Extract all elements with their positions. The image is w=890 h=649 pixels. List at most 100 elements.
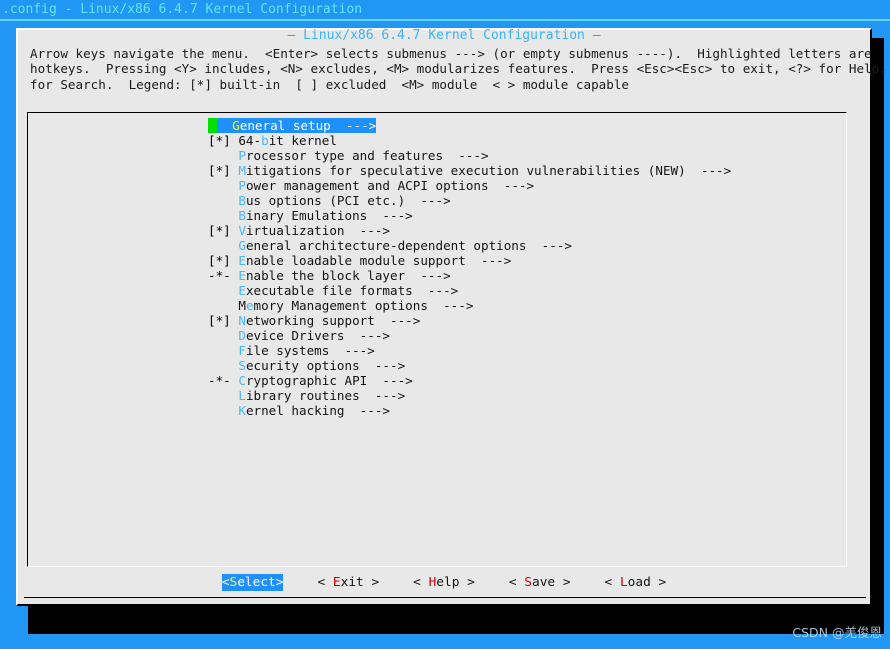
- menu-item[interactable]: Memory Management options --->: [208, 298, 846, 313]
- menu-item-label: evice Drivers: [245, 328, 345, 343]
- menu-item-hotkey: P: [238, 178, 246, 193]
- menu-item[interactable]: Executable file formats --->: [208, 283, 846, 298]
- menu-item-hotkey: C: [238, 373, 246, 388]
- menu-item[interactable]: [*] Enable loadable module support --->: [208, 253, 846, 268]
- submenu-arrow-icon: --->: [344, 328, 391, 343]
- button-label: xit: [340, 575, 364, 590]
- menu-item-marker: [208, 343, 238, 358]
- menu-item[interactable]: Library routines --->: [208, 388, 846, 403]
- menu-item-marker: [208, 283, 238, 298]
- dialog-title-dash-left: —: [287, 28, 304, 43]
- menu-item-hotkey: b: [261, 133, 269, 148]
- menu-item-hotkey: N: [238, 313, 246, 328]
- button-bracket-right: >: [275, 575, 284, 590]
- button-bar-divider: [24, 597, 866, 598]
- menu-item[interactable]: [*] Networking support --->: [208, 313, 846, 328]
- menu-item-marker: [*]: [208, 163, 239, 178]
- submenu-arrow-icon: --->: [685, 163, 732, 178]
- menu-item-hotkey: e: [245, 298, 254, 313]
- menu-item-hotkey: E: [238, 253, 246, 268]
- menu-item-hotkey: B: [238, 193, 246, 208]
- menu-item-hotkey: L: [238, 388, 246, 403]
- menu-item-marker: [208, 328, 238, 343]
- menu-item-marker: -*-: [208, 268, 239, 283]
- button-label: oad: [627, 575, 651, 590]
- menu-item-label: mory Management options: [253, 298, 428, 313]
- button-bracket-right: >: [363, 575, 380, 590]
- menu-item-marker: [208, 298, 238, 313]
- kernel-config-dialog: — Linux/x86 6.4.7 Kernel Configuration —…: [16, 28, 887, 606]
- button-bracket-left: <: [413, 575, 429, 590]
- help-text: Arrow keys navigate the menu. <Enter> se…: [30, 46, 887, 92]
- submenu-arrow-icon: --->: [405, 268, 451, 283]
- button-hotkey: S: [524, 575, 532, 590]
- submenu-arrow-icon: --->: [488, 178, 535, 193]
- button-label: elect: [237, 575, 276, 590]
- menu-item-hotkey: K: [238, 403, 246, 418]
- menu-item-label: etworking support: [245, 313, 375, 328]
- menu-item-marker: [208, 208, 238, 223]
- save-button[interactable]: < Save >: [509, 574, 571, 591]
- exit-button[interactable]: < Exit >: [317, 574, 379, 591]
- menu-item-hotkey: P: [238, 148, 246, 163]
- submenu-arrow-icon: --->: [359, 358, 406, 373]
- help-button[interactable]: < Help >: [413, 574, 475, 591]
- menu-list[interactable]: General setup ---> [*] 64-bit kernel Proc…: [208, 118, 846, 418]
- csdn-watermark: CSDN @羌俊恩: [792, 625, 882, 640]
- select-button[interactable]: <Select>: [221, 574, 284, 591]
- button-label: elp: [436, 575, 460, 590]
- submenu-arrow-icon: --->: [443, 148, 489, 163]
- menu-box: General setup ---> [*] 64-bit kernel Proc…: [27, 112, 847, 567]
- menu-item[interactable]: File systems --->: [208, 343, 846, 358]
- menu-item-marker: [208, 238, 238, 253]
- menu-item[interactable]: [*] 64-bit kernel: [208, 133, 846, 148]
- menu-item[interactable]: -*- Enable the block layer --->: [208, 268, 846, 283]
- button-bracket-left: <: [508, 575, 525, 590]
- menu-item-label: nable loadable module support: [245, 253, 466, 268]
- menu-item[interactable]: [*] Virtualization --->: [208, 223, 846, 238]
- submenu-arrow-icon: --->: [465, 253, 512, 268]
- menu-item-label: ryptographic API: [245, 373, 368, 388]
- menu-item[interactable]: Processor type and features --->: [208, 148, 846, 163]
- menu-item[interactable]: General setup --->: [208, 118, 846, 133]
- menu-item-label-prefix: M: [238, 298, 246, 313]
- menu-item-label: rocessor type and features: [245, 148, 444, 163]
- submenu-arrow-icon: --->: [344, 223, 391, 238]
- menu-item-marker: [*]: [208, 253, 239, 268]
- load-button[interactable]: < Load >: [605, 574, 667, 591]
- menu-item-label: ile systems: [245, 343, 330, 358]
- menu-item-label: nable the block layer: [245, 268, 406, 283]
- menu-item[interactable]: Kernel hacking --->: [208, 403, 846, 418]
- submenu-arrow-icon: --->: [405, 193, 451, 208]
- menu-item-marker: [208, 403, 238, 418]
- menu-item[interactable]: Security options --->: [208, 358, 846, 373]
- menu-item-label: ower management and ACPI options: [245, 178, 489, 193]
- menu-item[interactable]: General architecture-dependent options -…: [208, 238, 846, 253]
- menu-item-marker: [208, 178, 238, 193]
- menu-item-marker: -*-: [208, 373, 239, 388]
- menu-item-label: ecurity options: [245, 358, 360, 373]
- help-line-2: hotkeys. Pressing <Y> includes, <N> excl…: [30, 61, 890, 77]
- menu-item-label: ernel hacking: [245, 403, 345, 418]
- menu-item-hotkey: G: [238, 238, 246, 253]
- button-bracket-right: >: [555, 575, 571, 590]
- menu-item-label-prefix: 64-: [238, 133, 262, 148]
- menu-item-hotkey: S: [238, 358, 246, 373]
- menu-item[interactable]: -*- Cryptographic API --->: [208, 373, 846, 388]
- menu-item-hotkey: E: [238, 283, 246, 298]
- menu-item-marker: [217, 118, 233, 133]
- menu-item-marker: [208, 388, 238, 403]
- menu-item-label: inary Emulations: [245, 208, 368, 223]
- menu-item-marker: [*]: [208, 133, 239, 148]
- menu-item[interactable]: Device Drivers --->: [208, 328, 846, 343]
- menu-item-marker: [*]: [208, 313, 239, 328]
- menu-item-marker: [208, 148, 238, 163]
- menu-item[interactable]: Binary Emulations --->: [208, 208, 846, 223]
- button-bracket-right: >: [650, 575, 667, 590]
- button-label: ave: [531, 575, 556, 590]
- menu-item[interactable]: Power management and ACPI options --->: [208, 178, 846, 193]
- button-bracket-left: <: [317, 575, 333, 590]
- menu-item[interactable]: Bus options (PCI etc.) --->: [208, 193, 846, 208]
- menu-item[interactable]: [*] Mitigations for speculative executio…: [208, 163, 846, 178]
- menu-item-hotkey: M: [238, 163, 246, 178]
